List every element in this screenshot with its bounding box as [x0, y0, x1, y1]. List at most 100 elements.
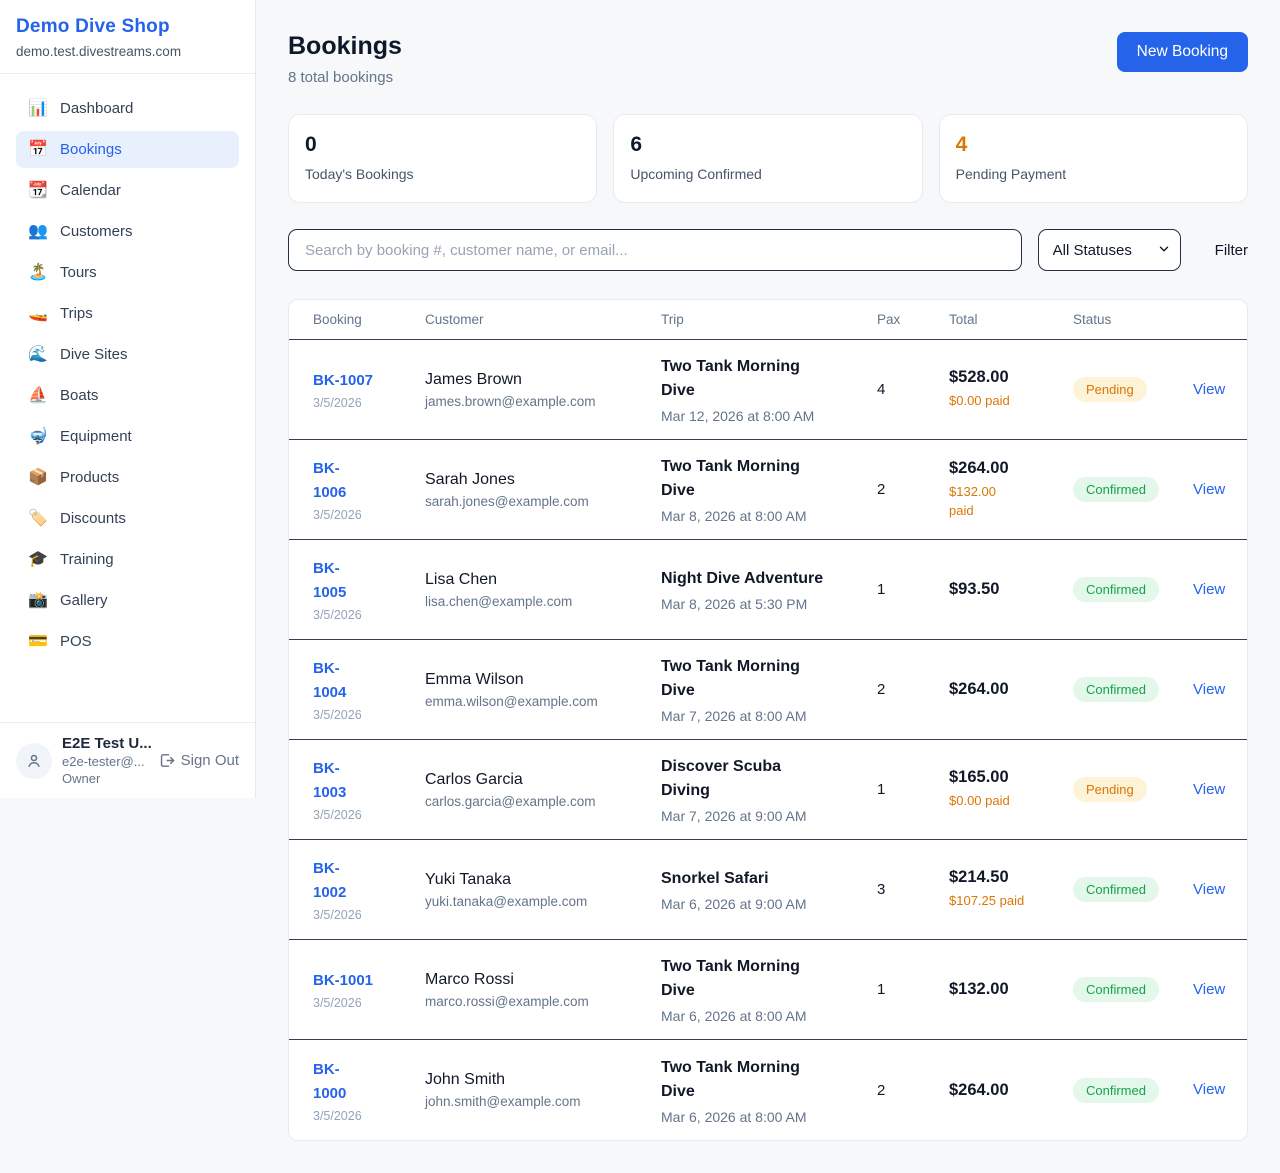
sidebar-item-label: Products — [60, 469, 119, 486]
total-amount: $165.00 — [949, 768, 1059, 787]
sidebar-item[interactable]: 📸 Gallery — [16, 582, 239, 619]
pax-count: 2 — [877, 681, 949, 698]
sign-out-button[interactable]: Sign Out — [158, 752, 239, 769]
customer-email: lisa.chen@example.com — [425, 594, 647, 609]
table-row: BK- 1006 3/5/2026 Sarah Jones sarah.jone… — [289, 440, 1247, 540]
sidebar-item[interactable]: 🚤 Trips — [16, 295, 239, 332]
status-badge: Pending — [1073, 777, 1147, 802]
table-row: BK- 1003 3/5/2026 Carlos Garcia carlos.g… — [289, 740, 1247, 840]
sidebar-item[interactable]: 👥 Customers — [16, 213, 239, 250]
status-badge: Pending — [1073, 377, 1147, 402]
new-booking-button[interactable]: New Booking — [1117, 32, 1248, 72]
booking-id-link[interactable]: BK-1001 — [313, 969, 411, 993]
booking-id-link[interactable]: BK- 1003 — [313, 757, 411, 805]
graduation-cap-icon: 🎓 — [28, 552, 48, 568]
desert-island-icon: 🏝️ — [28, 265, 48, 281]
sidebar-item[interactable]: 🎓 Training — [16, 541, 239, 578]
stat-label: Upcoming Confirmed — [630, 166, 905, 182]
booking-id-link[interactable]: BK- 1005 — [313, 557, 411, 605]
trip-datetime: Mar 6, 2026 at 8:00 AM — [661, 1109, 863, 1125]
view-link[interactable]: View — [1193, 581, 1225, 598]
view-link[interactable]: View — [1193, 481, 1225, 498]
total-amount: $264.00 — [949, 1081, 1059, 1100]
sidebar-item[interactable]: 📆 Calendar — [16, 172, 239, 209]
customer-email: sarah.jones@example.com — [425, 494, 647, 509]
booking-id-link[interactable]: BK- 1002 — [313, 857, 411, 905]
view-link[interactable]: View — [1193, 1081, 1225, 1098]
people-icon: 👥 — [28, 224, 48, 240]
logout-icon — [158, 752, 175, 769]
paid-amount: $107.25 paid — [949, 891, 1059, 911]
pax-count: 2 — [877, 481, 949, 498]
trip-datetime: Mar 7, 2026 at 9:00 AM — [661, 808, 863, 824]
booking-date: 3/5/2026 — [313, 908, 411, 922]
sidebar-item[interactable]: 💳 POS — [16, 623, 239, 660]
status-filter-select[interactable]: All Statuses — [1038, 229, 1181, 271]
view-link[interactable]: View — [1193, 381, 1225, 398]
user-meta: E2E Test U... e2e-tester@... Owner — [62, 735, 148, 786]
shop-name-link[interactable]: Demo Dive Shop — [16, 16, 239, 38]
sidebar-header: Demo Dive Shop demo.test.divestreams.com — [0, 0, 255, 74]
stat-card: 4 Pending Payment — [939, 114, 1248, 203]
pax-count: 1 — [877, 981, 949, 998]
user-name: E2E Test U... — [62, 735, 148, 752]
filter-button[interactable]: Filter — [1215, 242, 1248, 259]
trip-name: Two Tank Morning Dive — [661, 955, 826, 1003]
sidebar-item[interactable]: 📅 Bookings — [16, 131, 239, 168]
sidebar-item-label: Dashboard — [60, 100, 133, 117]
customer-name: James Brown — [425, 371, 647, 389]
booking-id-link[interactable]: BK- 1006 — [313, 457, 411, 505]
booking-date: 3/5/2026 — [313, 508, 411, 522]
sidebar-item[interactable]: 🏷️ Discounts — [16, 500, 239, 537]
search-input[interactable] — [288, 229, 1022, 271]
page-subtitle: 8 total bookings — [288, 69, 402, 86]
camera-flash-icon: 📸 — [28, 593, 48, 609]
sidebar-item[interactable]: 🤿 Equipment — [16, 418, 239, 455]
trip-name: Two Tank Morning Dive — [661, 655, 826, 703]
shop-domain: demo.test.divestreams.com — [16, 44, 239, 59]
sidebar-item[interactable]: 🏝️ Tours — [16, 254, 239, 291]
sidebar-item-label: Tours — [60, 264, 97, 281]
view-link[interactable]: View — [1193, 981, 1225, 998]
column-header-trip: Trip — [661, 300, 877, 339]
booking-id-link[interactable]: BK-1007 — [313, 369, 411, 393]
sidebar-item[interactable]: 🌊 Dive Sites — [16, 336, 239, 373]
booking-id-link[interactable]: BK- 1004 — [313, 657, 411, 705]
sidebar-item[interactable]: ⛵ Boats — [16, 377, 239, 414]
sidebar-item-label: Boats — [60, 387, 98, 404]
trip-name: Two Tank Morning Dive — [661, 455, 826, 503]
page-header: Bookings 8 total bookings New Booking — [288, 32, 1248, 86]
view-link[interactable]: View — [1193, 881, 1225, 898]
booking-id-link[interactable]: BK- 1000 — [313, 1058, 411, 1106]
calendar-icon: 📅 — [28, 142, 48, 158]
booking-date: 3/5/2026 — [313, 708, 411, 722]
booking-date: 3/5/2026 — [313, 1109, 411, 1123]
sidebar-item-label: Gallery — [60, 592, 108, 609]
trip-name: Two Tank Morning Dive — [661, 355, 826, 403]
sidebar-item-label: Customers — [60, 223, 133, 240]
stat-value: 0 — [305, 133, 580, 157]
total-amount: $264.00 — [949, 459, 1059, 478]
speedboat-icon: 🚤 — [28, 306, 48, 322]
customer-name: Carlos Garcia — [425, 771, 647, 789]
status-badge: Confirmed — [1073, 677, 1159, 702]
sidebar-item-label: POS — [60, 633, 92, 650]
sidebar-item[interactable]: 📦 Products — [16, 459, 239, 496]
table-row: BK-1007 3/5/2026 James Brown james.brown… — [289, 340, 1247, 440]
table-row: BK- 1004 3/5/2026 Emma Wilson emma.wilso… — [289, 640, 1247, 740]
booking-date: 3/5/2026 — [313, 396, 411, 410]
user-role: Owner — [62, 771, 148, 786]
customer-email: marco.rossi@example.com — [425, 994, 647, 1009]
person-icon — [25, 752, 43, 770]
customer-email: james.brown@example.com — [425, 394, 647, 409]
booking-date: 3/5/2026 — [313, 808, 411, 822]
view-link[interactable]: View — [1193, 681, 1225, 698]
customer-email: emma.wilson@example.com — [425, 694, 647, 709]
view-link[interactable]: View — [1193, 781, 1225, 798]
water-wave-icon: 🌊 — [28, 347, 48, 363]
customer-email: carlos.garcia@example.com — [425, 794, 647, 809]
pax-count: 3 — [877, 881, 949, 898]
pax-count: 4 — [877, 381, 949, 398]
sidebar-item[interactable]: 📊 Dashboard — [16, 90, 239, 127]
user-email: e2e-tester@... — [62, 754, 148, 769]
